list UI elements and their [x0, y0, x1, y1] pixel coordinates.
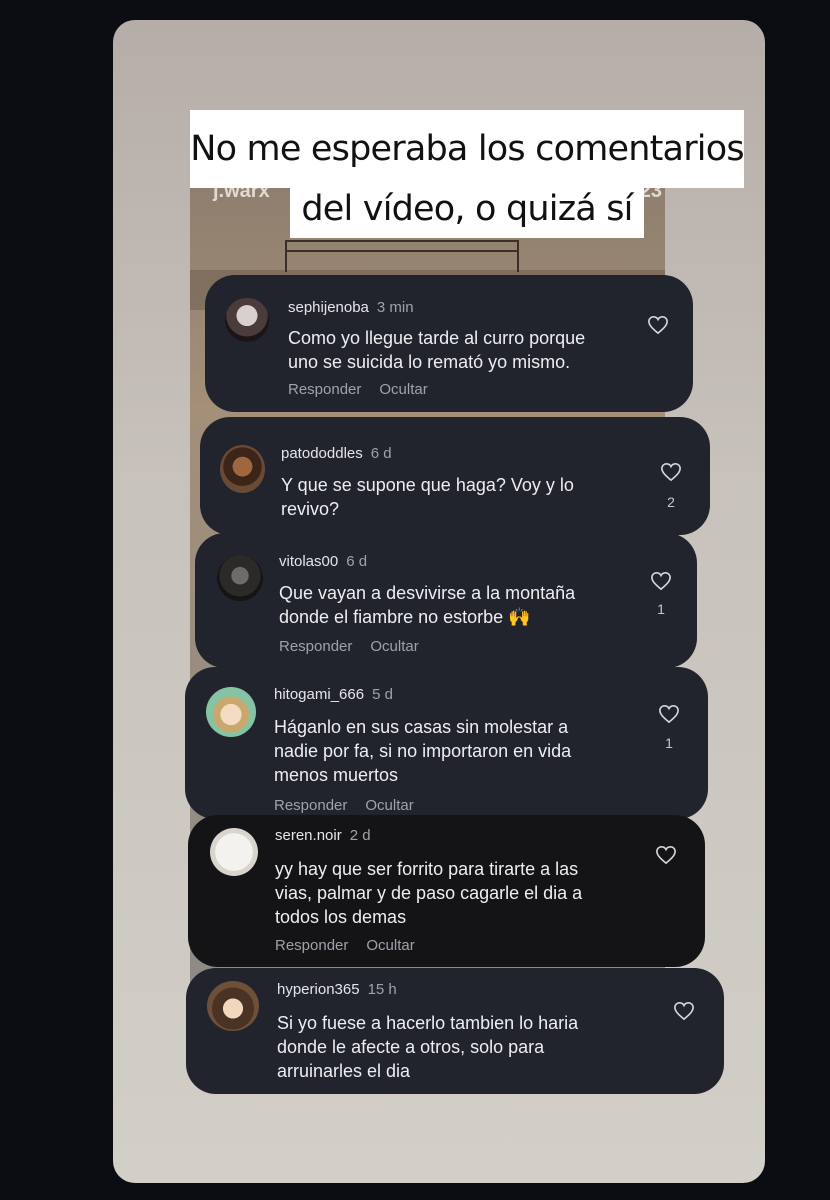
- comment-text: Que vayan a desvivirse a la montaña donde…: [279, 583, 576, 627]
- avatar[interactable]: [207, 981, 259, 1031]
- comment-time: 15 h: [367, 981, 397, 998]
- like-count: 1: [657, 601, 665, 617]
- hide-button[interactable]: Ocultar: [370, 638, 418, 655]
- heart-icon[interactable]: [673, 1001, 695, 1021]
- comment-seren-noir: seren.noir 2 d yy hay que ser forrito par…: [188, 815, 705, 967]
- comment-sephijenoba: sephijenoba 3 min Como yo llegue tarde al…: [205, 275, 693, 412]
- heart-icon[interactable]: [658, 704, 680, 724]
- hide-button[interactable]: Ocultar: [366, 937, 414, 954]
- comment-vitolas00: vitolas00 6 d Que vayan a desvivirse a la…: [195, 533, 697, 668]
- comment-actions: Responder Ocultar: [274, 797, 414, 814]
- hide-button[interactable]: Ocultar: [379, 381, 427, 398]
- comment-hitogami_666: hitogami_666 5 d Háganlo en sus casas sin…: [185, 667, 708, 819]
- comment-time: 3 min: [376, 299, 414, 316]
- heart-icon[interactable]: [660, 462, 682, 482]
- comment-text: Como yo llegue tarde al curro porque uno …: [288, 328, 586, 372]
- comment-time: 6 d: [346, 553, 368, 570]
- reply-button[interactable]: Responder: [288, 381, 361, 398]
- like-count: 1: [665, 735, 673, 751]
- comment-time: 2 d: [349, 827, 371, 844]
- hide-button[interactable]: Ocultar: [365, 797, 413, 814]
- avatar[interactable]: [217, 555, 263, 601]
- comment-patododdles: patododdles 6 d Y que se supone que haga?…: [200, 417, 710, 535]
- comment-username[interactable]: vitolas00 6 d: [279, 553, 367, 570]
- reply-button[interactable]: Responder: [274, 797, 347, 814]
- comment-time: 5 d: [372, 686, 393, 703]
- avatar[interactable]: [220, 445, 265, 493]
- comment-text: Háganlo en sus casas sin molestar a nadie…: [274, 717, 572, 785]
- comment-hyperion365: hyperion365 15 h Si yo fuese a hacerlo ta…: [186, 968, 724, 1094]
- reply-button[interactable]: Responder: [275, 937, 348, 954]
- avatar[interactable]: [206, 687, 256, 737]
- comment-username[interactable]: sephijenoba 3 min: [288, 299, 414, 316]
- comment-username[interactable]: hitogami_666 5 d: [274, 686, 393, 703]
- comment-actions: Responder Ocultar: [275, 937, 415, 954]
- heart-icon[interactable]: [647, 315, 669, 335]
- comment-actions: Responder Ocultar: [288, 381, 428, 398]
- comment-time: 6 d: [370, 445, 392, 462]
- reply-button[interactable]: Responder: [279, 638, 352, 655]
- comment-text: Y que se supone que haga? Voy y lo revivo…: [281, 475, 574, 519]
- video-balcony: [285, 240, 519, 272]
- comment-text: Si yo fuese a hacerlo tambien lo haria do…: [277, 1013, 579, 1081]
- caption-line-1: No me esperaba los comentarios: [190, 110, 745, 188]
- heart-icon[interactable]: [650, 571, 672, 591]
- avatar[interactable]: [210, 828, 258, 876]
- heart-icon[interactable]: [655, 845, 677, 865]
- comment-text: yy hay que ser forrito para tirarte a la…: [275, 859, 583, 927]
- like-count: 2: [667, 494, 675, 510]
- avatar[interactable]: [225, 298, 269, 342]
- comment-username[interactable]: seren.noir 2 d: [275, 827, 371, 844]
- comment-username[interactable]: hyperion365 15 h: [277, 981, 397, 998]
- comment-actions: Responder Ocultar: [279, 638, 419, 655]
- comment-username[interactable]: patododdles 6 d: [281, 445, 392, 462]
- caption-line-2: del vídeo, o quizá sí: [290, 180, 644, 238]
